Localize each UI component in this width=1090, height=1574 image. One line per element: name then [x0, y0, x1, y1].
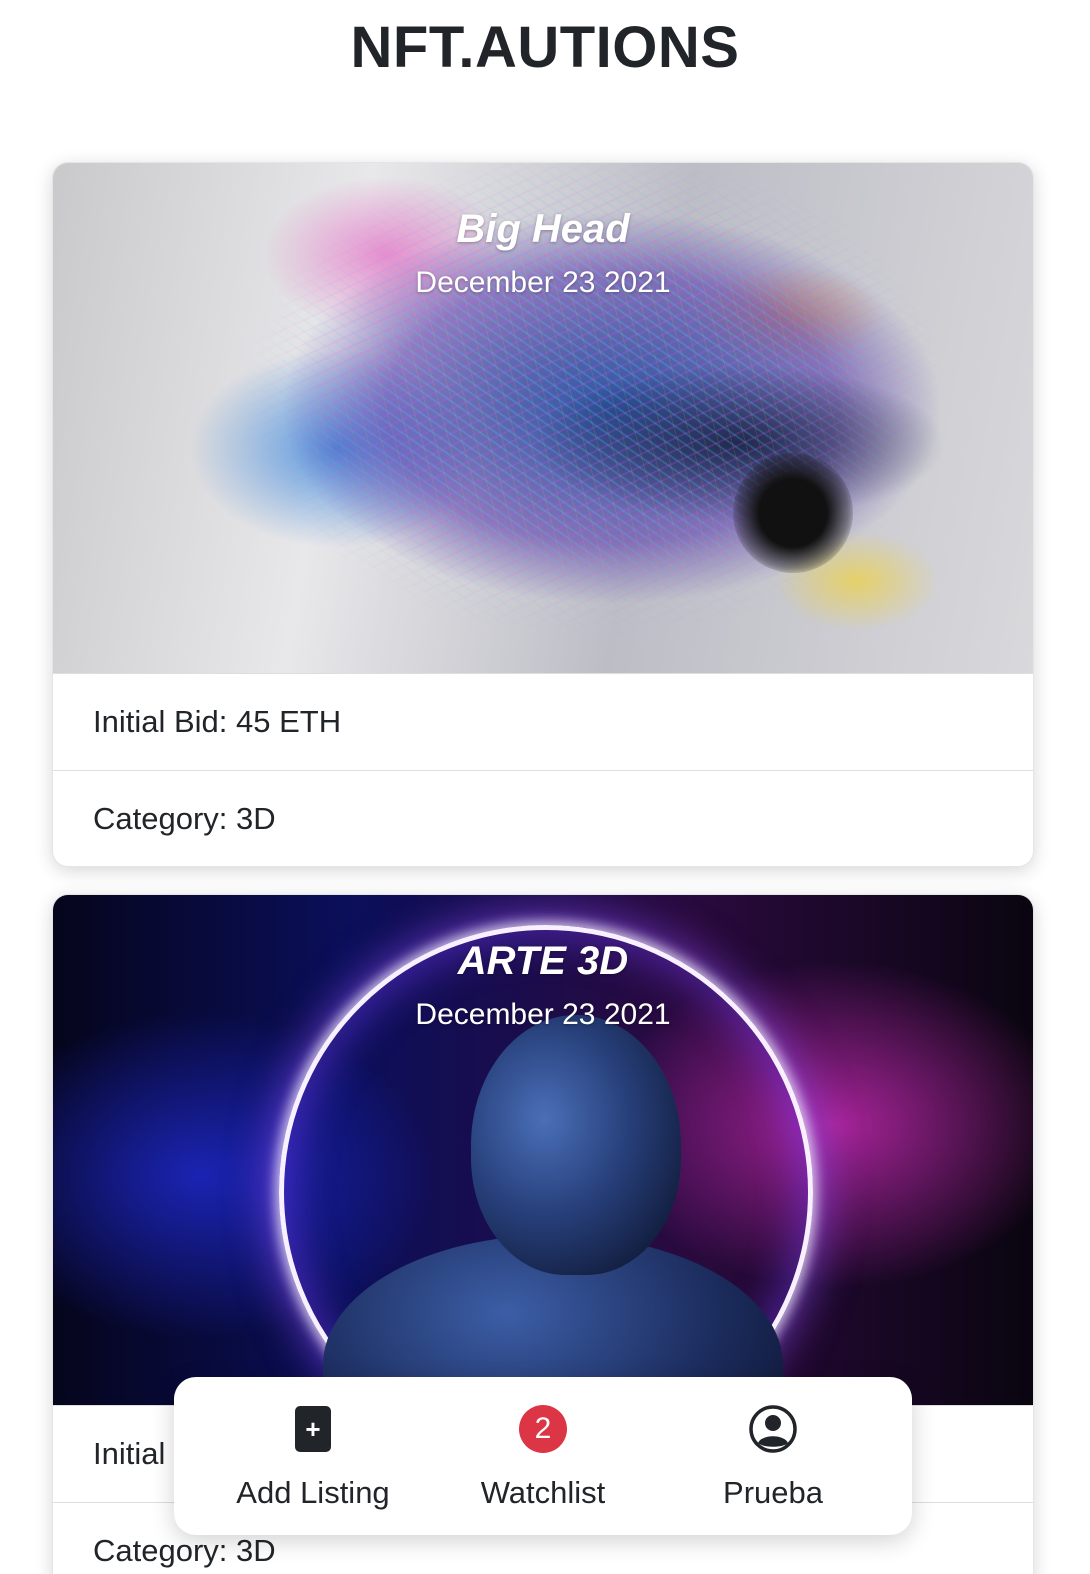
listing-category: Category: 3D — [53, 770, 1033, 866]
bottom-nav: + Add Listing 2 Watchlist Prueba — [174, 1377, 912, 1535]
listing-date: December 23 2021 — [415, 266, 671, 299]
listing-title[interactable]: Big Head — [53, 207, 1033, 252]
plus-square-icon: + — [295, 1406, 331, 1452]
listing-title[interactable]: ARTE 3D — [53, 939, 1033, 984]
watchlist-label: Watchlist — [480, 1475, 606, 1510]
artwork-detail — [733, 453, 853, 573]
page: NFT.AUTIONS Big Head December 23 2021 In… — [0, 0, 1090, 1574]
listing-initial-bid: Initial Bid: 45 ETH — [53, 673, 1033, 770]
card-overlay: ARTE 3D December 23 2021 — [53, 939, 1033, 1032]
listing-image[interactable]: ARTE 3D December 23 2021 — [53, 895, 1033, 1405]
watchlist-button[interactable]: 2 Watchlist — [438, 1401, 648, 1511]
person-circle-icon — [749, 1405, 797, 1453]
add-listing-label: Add Listing — [236, 1475, 390, 1510]
card-overlay: Big Head December 23 2021 — [53, 207, 1033, 300]
profile-label: Prueba — [723, 1475, 823, 1510]
listing-image[interactable]: Big Head December 23 2021 — [53, 163, 1033, 673]
watchlist-icon-wrap: 2 — [519, 1401, 567, 1457]
profile-icon-wrap — [748, 1401, 798, 1457]
figure-head — [471, 1015, 681, 1275]
site-title[interactable]: NFT.AUTIONS — [0, 14, 1090, 81]
add-listing-button[interactable]: + Add Listing — [208, 1401, 418, 1511]
add-listing-icon-wrap: + — [295, 1401, 331, 1457]
listing-card[interactable]: Big Head December 23 2021 Initial Bid: 4… — [52, 162, 1034, 867]
profile-button[interactable]: Prueba — [668, 1401, 878, 1511]
listing-date: December 23 2021 — [415, 998, 671, 1031]
watchlist-count-badge: 2 — [519, 1405, 567, 1453]
